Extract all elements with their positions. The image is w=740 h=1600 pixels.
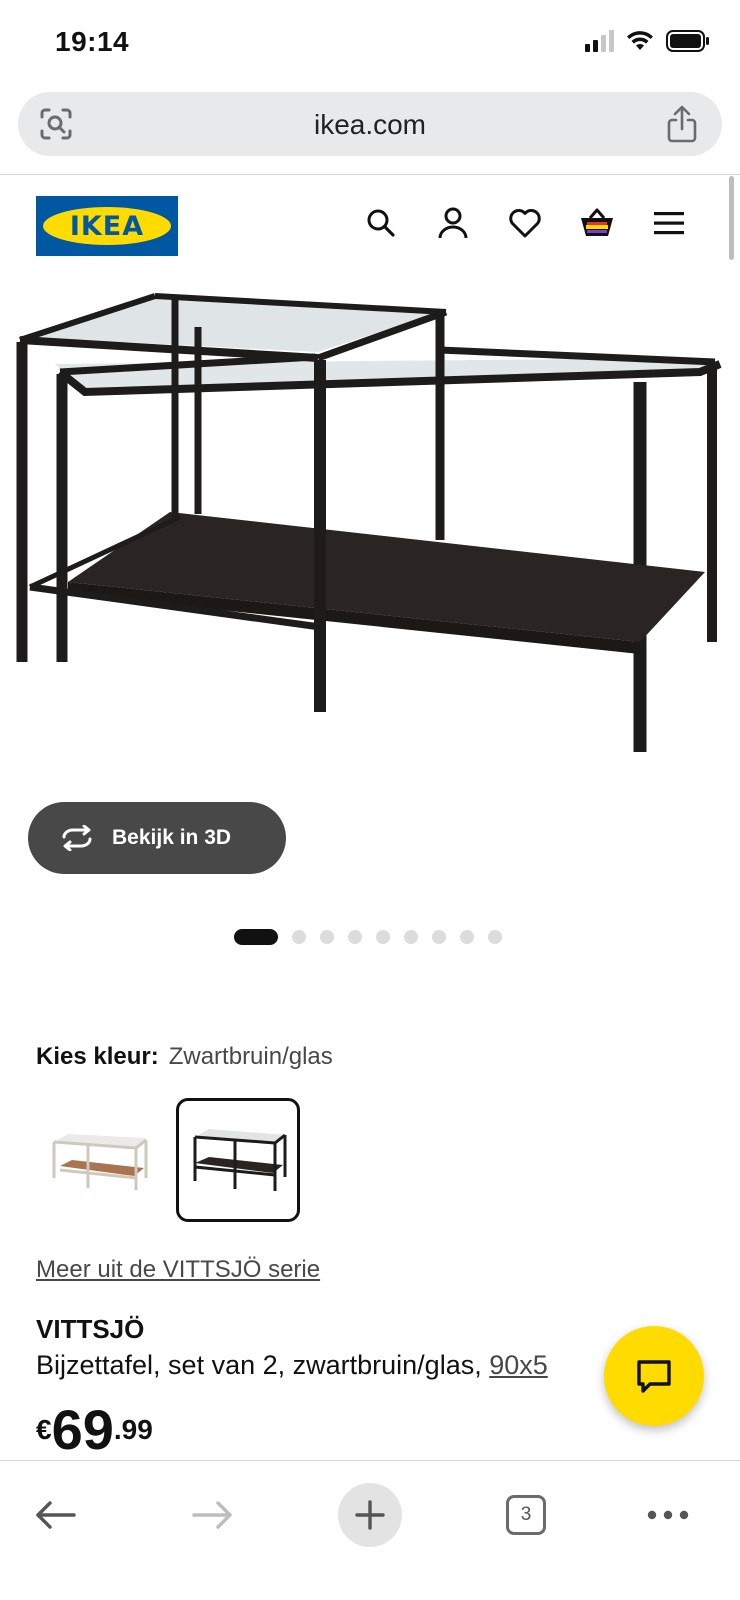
search-icon[interactable] bbox=[362, 204, 400, 242]
color-swatch-white-glass[interactable] bbox=[36, 1098, 160, 1222]
plus-icon bbox=[355, 1500, 385, 1530]
wifi-icon bbox=[627, 31, 653, 50]
chat-icon bbox=[637, 1360, 671, 1393]
url-text[interactable]: ikea.com bbox=[18, 109, 722, 141]
image-carousel-dots[interactable] bbox=[234, 929, 502, 945]
carousel-dot[interactable] bbox=[348, 930, 362, 944]
product-description: Bijzettafel, set van 2, zwartbruin/glas,… bbox=[36, 1350, 548, 1381]
status-time: 19:14 bbox=[55, 26, 130, 57]
carousel-dot[interactable] bbox=[432, 930, 446, 944]
status-bar: 19:14 bbox=[0, 0, 740, 88]
back-button[interactable] bbox=[24, 1483, 88, 1547]
account-icon[interactable] bbox=[434, 204, 472, 242]
carousel-dot[interactable] bbox=[292, 930, 306, 944]
product-image[interactable] bbox=[0, 282, 740, 782]
status-icons bbox=[585, 30, 710, 52]
view-3d-button[interactable]: Bekijk in 3D bbox=[28, 802, 286, 874]
size-link[interactable]: 90x5 bbox=[489, 1350, 548, 1380]
menu-icon[interactable] bbox=[650, 204, 688, 242]
scrollbar[interactable] bbox=[729, 176, 734, 260]
series-link[interactable]: Meer uit de VITTSJÖ serie bbox=[36, 1256, 320, 1284]
battery-icon bbox=[666, 30, 709, 52]
forward-button[interactable] bbox=[180, 1483, 244, 1547]
carousel-dot[interactable] bbox=[404, 930, 418, 944]
carousel-dot[interactable] bbox=[376, 930, 390, 944]
rotate-3d-icon bbox=[62, 825, 92, 851]
header-actions bbox=[362, 204, 688, 242]
share-icon[interactable] bbox=[664, 104, 700, 144]
divider bbox=[0, 174, 740, 175]
address-bar[interactable]: ikea.com bbox=[18, 92, 722, 156]
carousel-dot[interactable] bbox=[320, 930, 334, 944]
chat-button[interactable] bbox=[604, 1326, 704, 1426]
color-value: Zwartbruin/glas bbox=[168, 1043, 333, 1070]
carousel-dot[interactable] bbox=[460, 930, 474, 944]
price-currency: € bbox=[36, 1414, 52, 1445]
ikea-logo[interactable]: IKEA bbox=[36, 196, 178, 256]
color-selector-label: Kies kleur: Zwartbruin/glas bbox=[36, 1043, 333, 1071]
signal-icon bbox=[585, 30, 614, 52]
product-description-text: Bijzettafel, set van 2, zwartbruin/glas, bbox=[36, 1350, 490, 1380]
tabs-button[interactable]: 3 bbox=[494, 1483, 558, 1547]
tab-count: 3 bbox=[506, 1495, 546, 1535]
color-swatch-blackbrown-glass[interactable] bbox=[176, 1098, 300, 1222]
arrow-left-icon bbox=[36, 1501, 76, 1529]
arrow-right-icon bbox=[192, 1501, 232, 1529]
price-decimal: .99 bbox=[113, 1414, 153, 1445]
carousel-dot-active[interactable] bbox=[234, 929, 278, 945]
view-3d-label: Bekijk in 3D bbox=[112, 826, 232, 849]
more-icon bbox=[647, 1510, 689, 1520]
heart-icon[interactable] bbox=[506, 204, 544, 242]
browser-toolbar: 3 bbox=[0, 1460, 740, 1600]
cart-icon[interactable] bbox=[578, 204, 616, 242]
color-label: Kies kleur: bbox=[36, 1043, 159, 1070]
product-name: VITTSJÖ bbox=[36, 1314, 145, 1344]
more-button[interactable] bbox=[636, 1483, 700, 1547]
price: € 69 .99 bbox=[36, 1402, 153, 1458]
carousel-dot[interactable] bbox=[488, 930, 502, 944]
price-integer: 69 bbox=[51, 1398, 114, 1461]
logo-text: IKEA bbox=[69, 211, 145, 242]
new-tab-button[interactable] bbox=[338, 1483, 402, 1547]
